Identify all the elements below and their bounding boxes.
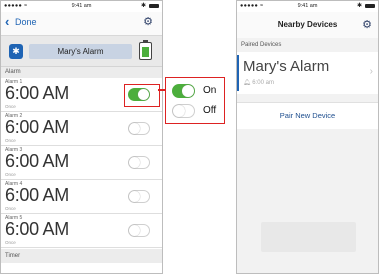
bluetooth-icon[interactable]: ✱ (9, 44, 23, 59)
status-time: 9:41 am (71, 3, 92, 9)
alarm-section-label: Alarm (1, 67, 162, 78)
alarm-row-3[interactable]: Alarm 3 6:00 AM Once (1, 146, 162, 180)
alarm-time[interactable]: 6:00 AM (5, 151, 69, 171)
timer-section-label: Timer (1, 249, 162, 263)
nav-bar: ‹ Done ⚙ (1, 12, 162, 36)
battery-status-icon (149, 4, 159, 8)
alarm-time[interactable]: 6:00 AM (5, 219, 69, 239)
battery-level (142, 47, 149, 57)
alarm-row-2[interactable]: Alarm 2 6:00 AM Once (1, 112, 162, 146)
alarm-toggle[interactable] (128, 156, 150, 169)
legend-on-label: On (203, 85, 217, 96)
selection-accent (237, 55, 239, 91)
battery-icon (139, 40, 152, 60)
phone-nearby-devices-screen: ●●●●● ≈ 9:41 am ✱ Nearby Devices ⚙ Paire… (236, 0, 379, 274)
toggle-off-sample (172, 104, 195, 118)
battery-status-icon (365, 4, 375, 8)
toggle-legend: On Off (165, 77, 225, 124)
section-gap (237, 94, 378, 102)
alarm-repeat: Once (5, 206, 16, 211)
paired-device-row[interactable]: Mary's Alarm 🔔︎ 6:00 am › (237, 52, 378, 95)
toggle-knob (182, 85, 194, 97)
device-alarm-time: 🔔︎ 6:00 am (243, 79, 274, 86)
toggle-knob (173, 105, 185, 117)
battery-nub (143, 40, 148, 42)
toggle-on-sample (172, 84, 195, 98)
alarm-toggle[interactable] (128, 190, 150, 203)
device-name: Mary's Alarm (243, 58, 330, 75)
chevron-left-icon[interactable]: ‹ (5, 15, 9, 28)
status-bar: ●●●●● ≈ 9:41 am ✱ (1, 1, 162, 12)
alarm-repeat: Once (5, 240, 16, 245)
pair-new-device-row[interactable]: Pair New Device (237, 102, 378, 130)
alarm-time[interactable]: 6:00 AM (5, 83, 69, 103)
alarm-toggle[interactable] (128, 122, 150, 135)
device-alarm-time-text: 6:00 am (252, 80, 274, 86)
nav-bar: Nearby Devices ⚙ (237, 12, 378, 39)
alarm-time[interactable]: 6:00 AM (5, 117, 69, 137)
toggle-knob (129, 225, 140, 236)
toggle-knob (129, 123, 140, 134)
bluetooth-status-icon: ✱ (356, 3, 362, 9)
toggle-highlight (124, 84, 160, 107)
status-bar: ●●●●● ≈ 9:41 am ✱ (237, 1, 378, 12)
bluetooth-status-icon: ✱ (140, 3, 146, 9)
alarm-repeat: Once (5, 172, 16, 177)
empty-content-area (237, 129, 378, 273)
alarm-toggle[interactable] (128, 224, 150, 237)
page-title: Nearby Devices (277, 20, 338, 29)
toggle-knob (129, 157, 140, 168)
bell-icon: 🔔︎ (243, 80, 251, 86)
toggle-knob (129, 191, 140, 202)
placeholder-card (261, 222, 356, 252)
paired-devices-label: Paired Devices (237, 38, 378, 52)
device-name-field[interactable]: Mary's Alarm (29, 44, 132, 59)
done-button[interactable]: Done (15, 17, 37, 27)
alarm-time[interactable]: 6:00 AM (5, 185, 69, 205)
pair-new-device-button[interactable]: Pair New Device (237, 111, 378, 120)
phone-alarm-screen: ●●●●● ≈ 9:41 am ✱ ‹ Done ⚙ ✱ Mary's Alar… (0, 0, 163, 274)
gear-icon[interactable]: ⚙ (362, 20, 372, 31)
chevron-right-icon[interactable]: › (370, 66, 373, 77)
gear-icon[interactable]: ⚙ (143, 17, 153, 28)
alarm-repeat: Once (5, 138, 16, 143)
device-header: ✱ Mary's Alarm (1, 36, 162, 67)
alarm-repeat: Once (5, 104, 16, 109)
alarm-row-4[interactable]: Alarm 4 6:00 AM Once (1, 180, 162, 214)
alarm-row-5[interactable]: Alarm 5 6:00 AM Once (1, 214, 162, 248)
legend-off-label: Off (203, 105, 217, 116)
